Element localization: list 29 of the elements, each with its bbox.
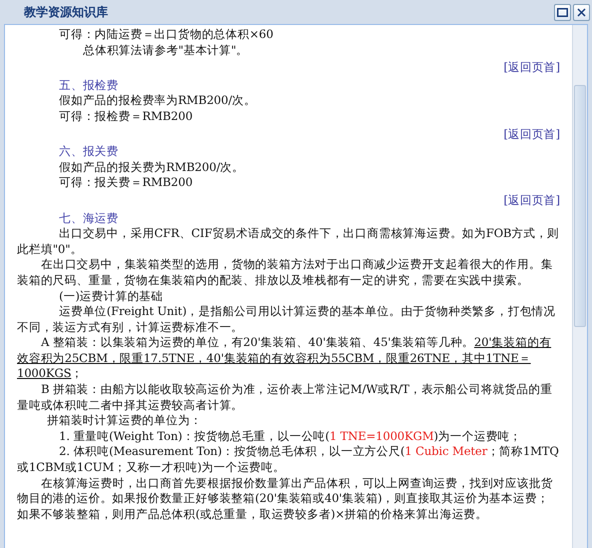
paragraph: 在核算海运费时，出口商首先要根据报价数量算出产品体积，可以上网查询运费，找到对应该批货物目的港的运价。如果报价数量正好够装整箱(20'集装箱或40'集装箱)，则直接取其运价为基本运费；如果不够装整箱，则用产品总体积(或总重量，取运费较多者)×拼箱的价格来算出海运费。 [17, 476, 553, 521]
back-to-top-link[interactable]: [返回页首] [504, 60, 560, 74]
section-heading: 六、报关费 [59, 144, 119, 158]
text-line: 假如产品的报检费率为RMB200/次。 [59, 93, 256, 108]
paragraph: 出口交易中，采用CFR、CIF贸易术语成交的条件下，出口商需核算海运费。如为FOB方式，则此栏填"0"。 [17, 226, 560, 256]
close-button[interactable] [573, 4, 590, 20]
text-line: 拼箱装时计算运费的单位为： [47, 413, 202, 428]
section-heading: 七、海运费 [59, 210, 119, 225]
list-item: 1. 重量吨(Weight Ton)：按货物总毛重，以一公吨(1 TNE=1000KGM)为一个运费吨； [59, 428, 522, 443]
text-line: 可得：内陆运费＝出口货物的总体积×60 [59, 27, 274, 41]
back-to-top-link[interactable]: [返回页首] [504, 192, 560, 207]
back-to-top-link[interactable]: [返回页首] [504, 126, 560, 141]
paragraph: B 拼箱装：由船方以能收取较高运价为准，运价表上常注记M/W或R/T，表示船公司将就货品的重量吨或体积吨二者中择其运费较高者计算。 [17, 382, 552, 412]
window-title: 教学资源知识库 [24, 4, 109, 20]
maximize-icon [557, 8, 568, 16]
paragraph: 在出口交易中，集装箱类型的选用，货物的装箱方法对于出口商减少运费开支起着很大的作用。集装箱的尺码、重量，货物在集装箱内的配装、排放以及堆栈都有一定的讲究，需要在实践中摸索。 [17, 257, 553, 287]
paragraph: 运费单位(Freight Unit)，是指船公司用以计算运费的基本单位。由于货物种类繁多，打包情况不同，装运方式有别，计算运费标准不一。 [17, 304, 556, 334]
scrollbar[interactable] [572, 25, 587, 548]
text-line: 总体积算法请参考"基本计算"。 [83, 42, 248, 57]
maximize-button[interactable] [554, 4, 571, 20]
text-line: 可得：报检费＝RMB200 [59, 108, 193, 123]
text-line: (一)运费计算的基础 [59, 288, 163, 302]
paragraph: A 整箱装：以集装箱为运费的单位，有20'集装箱、40'集装箱、45'集装箱等几种。20'集装箱的有效容积为25CBM，限重17.5TNE，40'集装箱的有效容积为55CBM，限重26TNE，其中1TNE＝1000KGS； [17, 335, 552, 380]
text-line: 可得：报关费＝RMB200 [59, 175, 193, 190]
scrollbar-thumb[interactable] [574, 85, 586, 327]
text-line: 假如产品的报关费为RMB200/次。 [59, 160, 244, 174]
close-icon [577, 8, 586, 16]
section-heading: 五、报检费 [59, 78, 119, 92]
list-item: 2. 体积吨(Measurement Ton)：按货物总毛体积，以一立方公尺(1 Cubic Meter；简称1MTQ或1CBM或1CUM；又称一才积吨)为一个运费吨。 [17, 444, 559, 474]
